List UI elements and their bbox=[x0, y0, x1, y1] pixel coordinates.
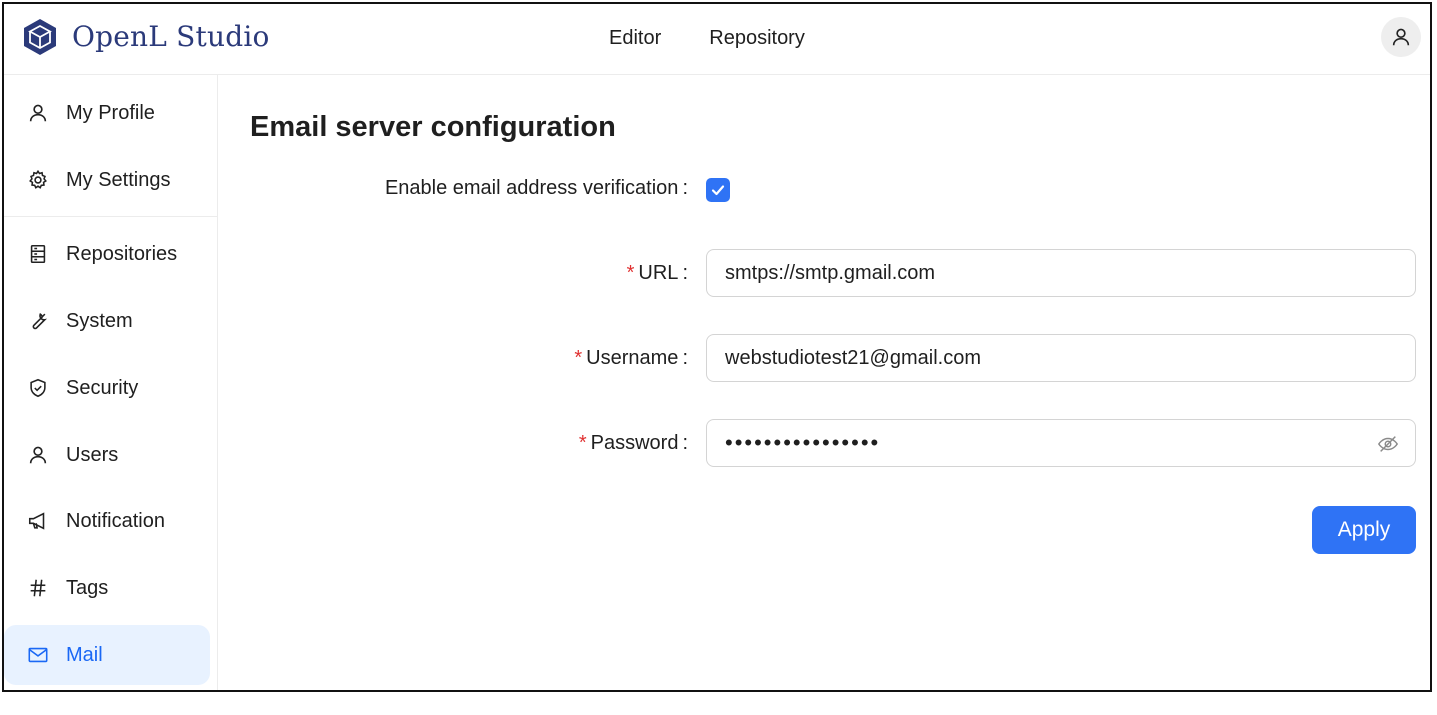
username-label: * Username: bbox=[574, 347, 688, 369]
sidebar-item-label: System bbox=[66, 309, 133, 332]
required-marker: * bbox=[578, 432, 587, 454]
top-header: OpenL Studio Editor Repository bbox=[4, 4, 1430, 75]
openl-logo-icon bbox=[24, 19, 56, 55]
nav-editor[interactable]: Editor bbox=[609, 27, 661, 50]
sidebar-item-label: Mail bbox=[66, 643, 103, 666]
sidebar: My Profile My Settings Repositories Syst… bbox=[4, 75, 218, 690]
sidebar-item-tags[interactable]: Tags bbox=[4, 558, 210, 618]
sidebar-item-label: Repositories bbox=[66, 242, 178, 265]
gear-icon bbox=[26, 168, 50, 192]
sidebar-item-my-profile[interactable]: My Profile bbox=[4, 83, 210, 143]
apply-button[interactable]: Apply bbox=[1312, 506, 1416, 554]
verification-label: Enable email address verification: bbox=[384, 177, 688, 199]
required-marker: * bbox=[574, 347, 583, 369]
eye-invisible-icon[interactable] bbox=[1377, 433, 1399, 455]
sidebar-item-label: Users bbox=[66, 443, 119, 466]
verification-checkbox[interactable] bbox=[706, 178, 730, 202]
sidebar-item-users[interactable]: Users bbox=[4, 425, 210, 485]
sidebar-item-security[interactable]: Security bbox=[4, 358, 210, 418]
hash-icon bbox=[26, 576, 50, 600]
page-title: Email server configuration bbox=[250, 111, 616, 143]
main-content: Email server configuration Enable email … bbox=[218, 75, 1430, 690]
url-field[interactable] bbox=[706, 249, 1416, 297]
sidebar-item-label: Security bbox=[66, 376, 139, 399]
sidebar-item-my-settings[interactable]: My Settings bbox=[4, 150, 210, 210]
wrench-icon bbox=[26, 309, 50, 333]
shield-icon bbox=[26, 376, 50, 400]
user-icon bbox=[26, 443, 50, 467]
required-marker: * bbox=[626, 262, 635, 284]
sidebar-item-mail[interactable]: Mail bbox=[4, 625, 210, 685]
sidebar-item-label: Notification bbox=[66, 509, 165, 532]
password-label: * Password: bbox=[578, 432, 688, 454]
username-input[interactable] bbox=[707, 335, 1415, 381]
sidebar-item-label: My Settings bbox=[66, 168, 171, 191]
sidebar-item-label: Tags bbox=[66, 576, 109, 599]
checkmark-icon bbox=[711, 185, 725, 196]
nav-repository[interactable]: Repository bbox=[709, 27, 805, 50]
app-window: OpenL Studio Editor Repository My Profil… bbox=[2, 2, 1432, 692]
password-input[interactable] bbox=[707, 420, 1415, 466]
user-menu-button[interactable] bbox=[1381, 17, 1421, 57]
sidebar-item-label: My Profile bbox=[66, 101, 155, 124]
mail-icon bbox=[26, 643, 50, 667]
url-input[interactable] bbox=[707, 250, 1415, 296]
app-brand[interactable]: OpenL Studio bbox=[72, 20, 270, 53]
username-field[interactable] bbox=[706, 334, 1416, 382]
top-navigation: Editor Repository bbox=[609, 27, 805, 50]
user-avatar-icon bbox=[1392, 28, 1410, 46]
sidebar-item-notification[interactable]: Notification bbox=[4, 491, 210, 551]
server-icon bbox=[26, 242, 50, 266]
password-field[interactable] bbox=[706, 419, 1416, 467]
sidebar-divider bbox=[4, 216, 218, 217]
url-label: * URL: bbox=[626, 262, 688, 284]
sidebar-item-repositories[interactable]: Repositories bbox=[4, 224, 210, 284]
megaphone-icon bbox=[26, 509, 50, 533]
user-icon bbox=[26, 101, 50, 125]
sidebar-item-system[interactable]: System bbox=[4, 291, 210, 351]
